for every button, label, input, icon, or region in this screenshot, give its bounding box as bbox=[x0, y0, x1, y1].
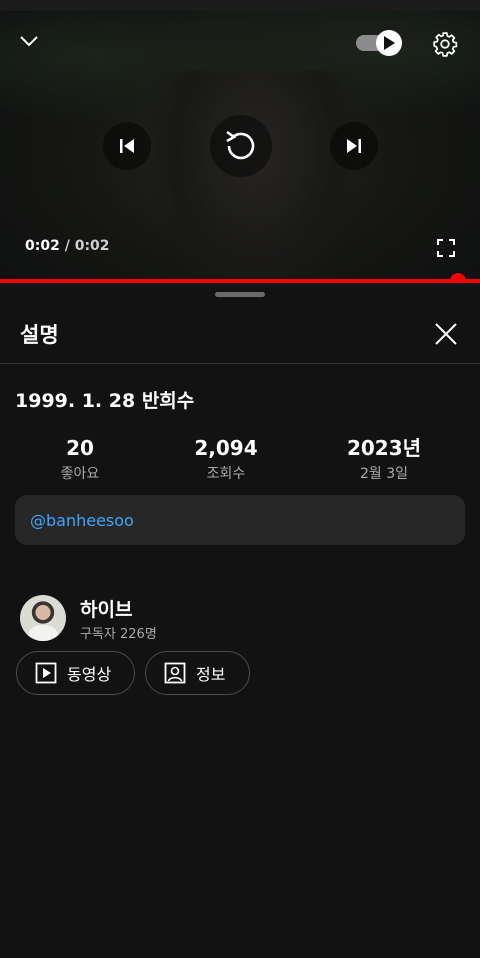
stat-likes: 20 좋아요 bbox=[10, 436, 150, 483]
skip-previous-icon bbox=[120, 139, 134, 153]
stat-label: 좋아요 bbox=[60, 466, 100, 482]
divider bbox=[0, 363, 480, 364]
channel-name[interactable]: 하이브 bbox=[80, 595, 132, 622]
about-button-label: 정보 bbox=[196, 665, 226, 684]
panel-title: 설명 bbox=[20, 323, 59, 347]
stat-value: 2023년 bbox=[346, 436, 422, 460]
stat-label: 조회수 bbox=[206, 466, 246, 482]
autoplay-play-icon bbox=[376, 30, 402, 56]
previous-button[interactable] bbox=[103, 122, 151, 170]
autoplay-toggle[interactable] bbox=[356, 30, 402, 56]
stat-label: 2월 3일 bbox=[359, 466, 409, 482]
videos-button-label: 동영상 bbox=[67, 665, 112, 684]
time-display: 0:02 / 0:02 bbox=[25, 238, 110, 254]
current-time: 0:02 bbox=[25, 238, 60, 254]
play-square-icon bbox=[35, 662, 57, 684]
drag-handle[interactable] bbox=[215, 292, 265, 297]
stat-value: 2,094 bbox=[194, 436, 258, 460]
next-button[interactable] bbox=[330, 122, 378, 170]
about-button[interactable]: 정보 bbox=[145, 651, 250, 695]
stat-value: 20 bbox=[66, 436, 94, 460]
time-separator: / bbox=[64, 238, 70, 254]
fullscreen-icon[interactable] bbox=[434, 236, 458, 260]
avatar[interactable] bbox=[20, 595, 66, 641]
replay-icon bbox=[226, 130, 255, 160]
replay-button[interactable] bbox=[210, 115, 272, 177]
video-player[interactable]: 0:02 / 0:02 bbox=[0, 0, 480, 283]
skip-next-icon bbox=[347, 139, 361, 153]
videos-button[interactable]: 동영상 bbox=[16, 651, 135, 695]
description-panel: 설명 1999. 1. 28 반희수 20 좋아요 2,094 조회수 2023… bbox=[0, 283, 480, 958]
close-icon[interactable] bbox=[432, 320, 460, 348]
subscriber-count: 구독자 226명 bbox=[80, 627, 157, 642]
video-title: 1999. 1. 28 반희수 bbox=[15, 390, 195, 412]
settings-gear-icon[interactable] bbox=[430, 29, 460, 59]
mention-link[interactable]: @banheesoo bbox=[30, 511, 134, 530]
stat-date: 2023년 2월 3일 bbox=[314, 436, 454, 483]
duration: 0:02 bbox=[74, 238, 110, 254]
minimize-chevron-icon[interactable] bbox=[14, 28, 44, 54]
channel-row[interactable]: 하이브 구독자 226명 bbox=[20, 593, 460, 643]
description-box: @banheesoo bbox=[15, 495, 465, 545]
progress-scrubber[interactable] bbox=[450, 273, 466, 283]
status-strip bbox=[0, 0, 480, 11]
person-square-icon bbox=[164, 662, 186, 684]
stat-views: 2,094 조회수 bbox=[156, 436, 296, 483]
